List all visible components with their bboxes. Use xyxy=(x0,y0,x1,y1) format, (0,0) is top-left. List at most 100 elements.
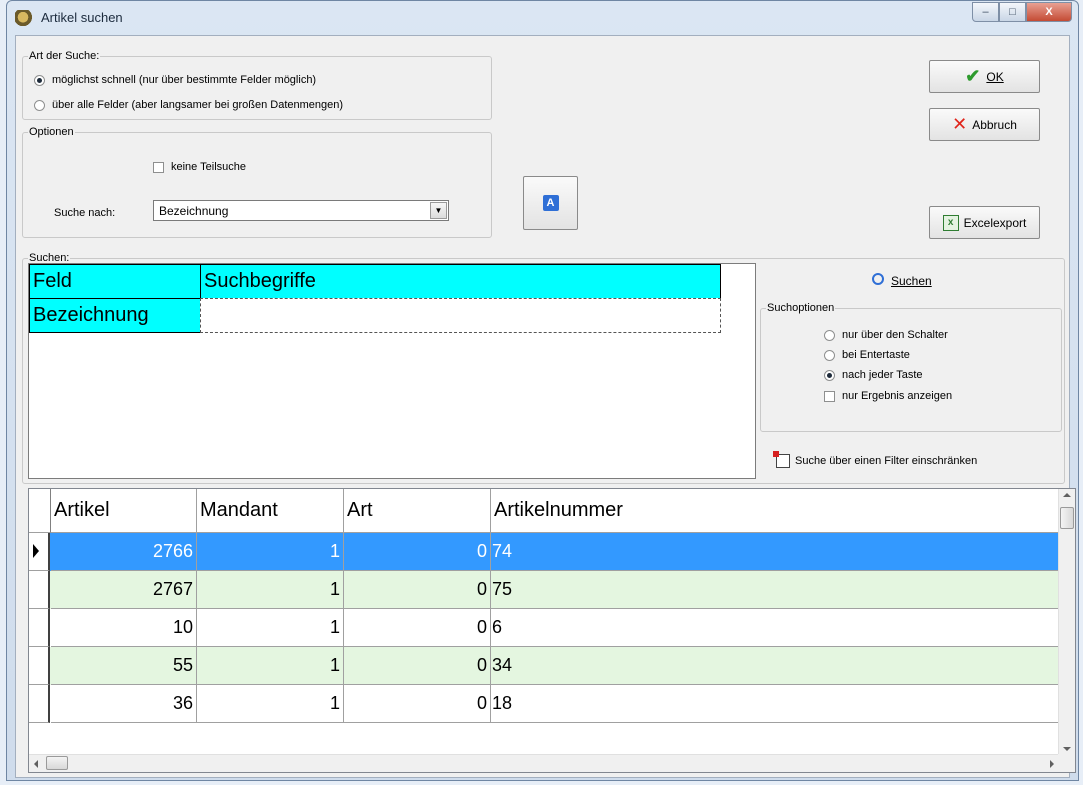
scroll-left-icon[interactable] xyxy=(34,760,38,768)
suchoptionen-group: Suchoptionen xyxy=(760,302,1062,432)
row-selector[interactable] xyxy=(29,647,50,685)
suche-nach-select[interactable]: Bezeichnung ▼ xyxy=(153,200,449,221)
row-selector[interactable] xyxy=(29,533,50,571)
cell-artikelnummer[interactable]: 74 xyxy=(491,533,1059,571)
cell-artikelnummer[interactable]: 75 xyxy=(491,571,1059,609)
radio-nur-schalter-indicator[interactable] xyxy=(824,329,835,341)
cell-art[interactable]: 0 xyxy=(344,609,491,647)
ok-button[interactable]: ✔ OK xyxy=(929,60,1040,93)
scrollbar-corner xyxy=(1058,754,1075,772)
close-button[interactable]: X xyxy=(1026,2,1072,22)
radio-jeder-taste-indicator[interactable] xyxy=(824,369,835,381)
suche-nach-label: Suche nach: xyxy=(54,207,116,219)
keine-teilsuche-box[interactable] xyxy=(153,161,164,173)
radio-jeder-taste[interactable]: nach jeder Taste xyxy=(824,369,923,381)
suchoptionen-legend: Suchoptionen xyxy=(767,302,835,314)
table-row[interactable]: 36 1 0 18 xyxy=(29,685,1059,723)
cell-mandant[interactable]: 1 xyxy=(197,685,344,723)
filter-icon xyxy=(773,451,790,468)
excelexport-button[interactable]: x Excelexport xyxy=(929,206,1040,239)
scroll-right-icon[interactable] xyxy=(1050,760,1054,768)
cell-art[interactable]: 0 xyxy=(344,533,491,571)
cell-artikel[interactable]: 36 xyxy=(51,685,197,723)
check-icon: ✔ xyxy=(965,66,981,86)
cell-mandant[interactable]: 1 xyxy=(197,571,344,609)
vertical-scroll-thumb[interactable] xyxy=(1060,507,1074,529)
cell-artikelnummer[interactable]: 6 xyxy=(491,609,1059,647)
optionen-legend: Optionen xyxy=(29,126,74,138)
scroll-up-icon[interactable] xyxy=(1063,493,1071,497)
column-header-artikel[interactable]: Artikel xyxy=(51,489,197,533)
art-der-suche-legend: Art der Suche: xyxy=(29,50,100,62)
table-row[interactable]: 2766 1 0 74 xyxy=(29,533,1059,571)
results-grid[interactable]: Artikel Mandant Art Artikelnummer 2766 1… xyxy=(28,488,1076,773)
font-button[interactable]: A xyxy=(523,176,578,230)
abbruch-button[interactable]: ✕ Abbruch xyxy=(929,108,1040,141)
window-title: Artikel suchen xyxy=(41,10,123,25)
excelexport-label: Excelexport xyxy=(963,215,1027,230)
cancel-x-icon: ✕ xyxy=(952,114,968,134)
radio-entertaste-indicator[interactable] xyxy=(824,349,835,361)
radio-fast-search[interactable]: möglichst schnell (nur über bestimmte Fe… xyxy=(34,74,316,86)
radio-jeder-taste-label: nach jeder Taste xyxy=(842,369,923,381)
row-selector[interactable] xyxy=(29,685,50,723)
scroll-down-icon[interactable] xyxy=(1063,747,1071,751)
search-criteria-grid[interactable]: Feld Suchbegriffe Bezeichnung xyxy=(28,263,756,479)
field-bezeichnung[interactable]: Bezeichnung xyxy=(29,298,201,333)
table-row[interactable]: 10 1 0 6 xyxy=(29,609,1059,647)
current-row-indicator-icon xyxy=(33,544,39,558)
radio-nur-schalter-label: nur über den Schalter xyxy=(842,329,948,341)
keine-teilsuche-checkbox[interactable]: keine Teilsuche xyxy=(153,161,246,173)
minimize-button[interactable]: – xyxy=(972,2,999,22)
cell-artikel[interactable]: 2767 xyxy=(51,571,197,609)
cell-mandant[interactable]: 1 xyxy=(197,609,344,647)
nur-ergebnis-box[interactable] xyxy=(824,390,835,402)
excel-icon: x xyxy=(942,214,959,231)
maximize-button[interactable]: □ xyxy=(999,2,1026,22)
abbruch-label: Abbruch xyxy=(972,117,1017,132)
radio-nur-schalter[interactable]: nur über den Schalter xyxy=(824,329,948,341)
horizontal-scroll-thumb[interactable] xyxy=(46,756,68,770)
radio-all-fields[interactable]: über alle Felder (aber langsamer bei gro… xyxy=(34,99,343,111)
dialog-client-area: Art der Suche: möglichst schnell (nur üb… xyxy=(15,35,1076,778)
table-row[interactable]: 55 1 0 34 xyxy=(29,647,1059,685)
cell-art[interactable]: 0 xyxy=(344,647,491,685)
column-header-art[interactable]: Art xyxy=(344,489,491,533)
keine-teilsuche-label: keine Teilsuche xyxy=(171,161,247,173)
app-icon xyxy=(15,10,35,26)
font-a-icon: A xyxy=(542,195,559,211)
radio-fast-indicator[interactable] xyxy=(34,74,45,86)
column-header-artikelnummer[interactable]: Artikelnummer xyxy=(491,489,1059,533)
vertical-scrollbar[interactable] xyxy=(1058,489,1075,755)
header-feld: Feld xyxy=(29,264,201,299)
nur-ergebnis-checkbox[interactable]: nur Ergebnis anzeigen xyxy=(824,390,952,402)
filter-link[interactable]: Suche über einen Filter einschränken xyxy=(773,451,977,468)
horizontal-scrollbar[interactable] xyxy=(29,754,1059,772)
title-bar[interactable]: Artikel suchen – □ X xyxy=(7,1,1078,35)
cell-artikel[interactable]: 2766 xyxy=(51,533,197,571)
column-header-mandant[interactable]: Mandant xyxy=(197,489,344,533)
suchen-button[interactable]: Suchen xyxy=(872,273,932,288)
cell-art[interactable]: 0 xyxy=(344,571,491,609)
header-suchbegriffe: Suchbegriffe xyxy=(200,264,721,299)
radio-all-indicator[interactable] xyxy=(34,99,45,111)
cell-mandant[interactable]: 1 xyxy=(197,647,344,685)
radio-all-label: über alle Felder (aber langsamer bei gro… xyxy=(52,99,344,111)
row-selector[interactable] xyxy=(29,571,50,609)
cell-artikel[interactable]: 10 xyxy=(51,609,197,647)
cell-artikel[interactable]: 55 xyxy=(51,647,197,685)
window-controls: – □ X xyxy=(972,2,1072,22)
nur-ergebnis-label: nur Ergebnis anzeigen xyxy=(842,390,953,402)
grid-corner-header xyxy=(29,489,51,533)
radio-entertaste[interactable]: bei Entertaste xyxy=(824,349,910,361)
cell-artikelnummer[interactable]: 34 xyxy=(491,647,1059,685)
cell-art[interactable]: 0 xyxy=(344,685,491,723)
row-selector[interactable] xyxy=(29,609,50,647)
search-term-input[interactable] xyxy=(200,298,721,333)
cell-artikelnummer[interactable]: 18 xyxy=(491,685,1059,723)
table-row[interactable]: 2767 1 0 75 xyxy=(29,571,1059,609)
radio-fast-label: möglichst schnell (nur über bestimmte Fe… xyxy=(52,74,317,86)
ok-label: OK xyxy=(986,69,1004,84)
chevron-down-icon[interactable]: ▼ xyxy=(430,202,447,219)
cell-mandant[interactable]: 1 xyxy=(197,533,344,571)
